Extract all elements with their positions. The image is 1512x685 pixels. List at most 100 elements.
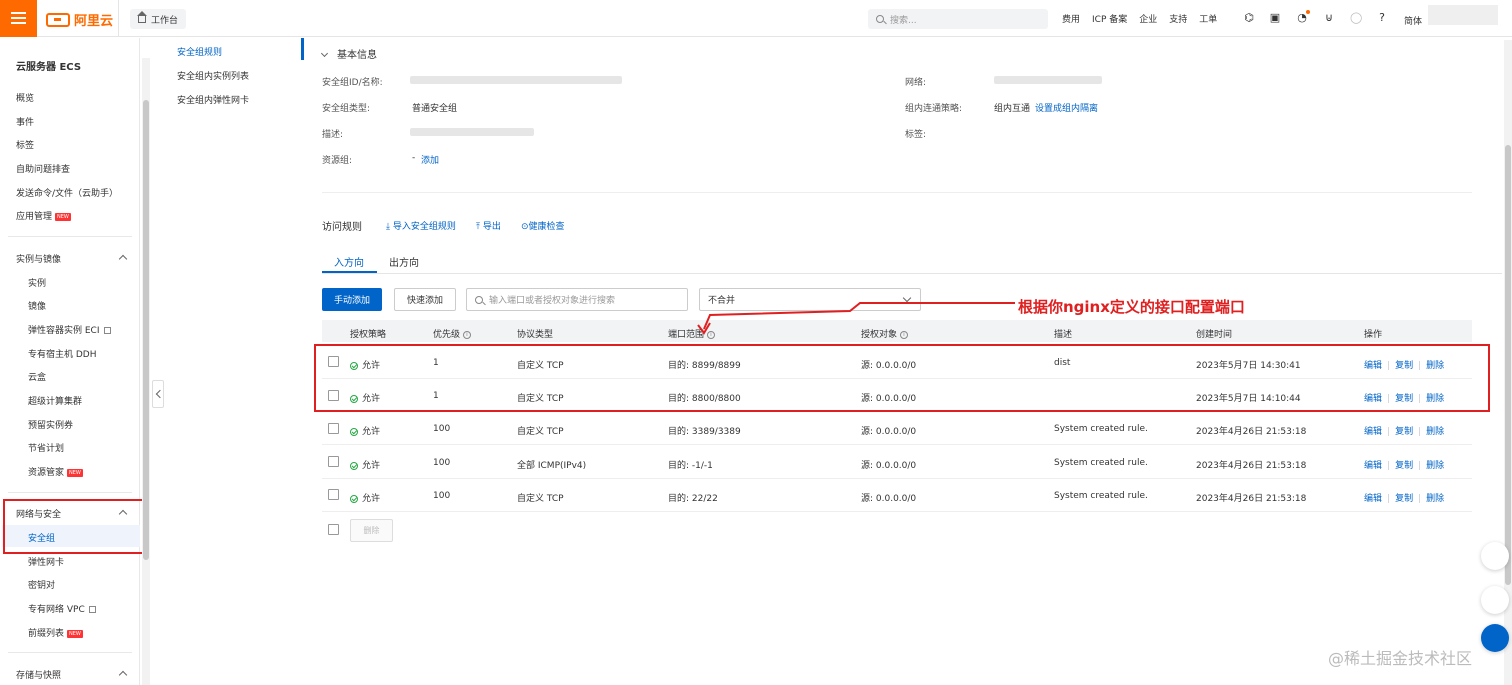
edit-link[interactable]: 编辑 bbox=[1364, 494, 1382, 504]
label-id-name: 安全组ID/名称: bbox=[322, 78, 383, 88]
global-search-input[interactable]: 搜索... bbox=[868, 9, 1048, 29]
sidebar-item-keypair[interactable]: 密钥对 bbox=[28, 578, 55, 591]
sidebar-item-app-management[interactable]: 应用管理 NEW bbox=[16, 209, 71, 222]
info-icon[interactable]: i bbox=[463, 330, 472, 339]
feedback-icon[interactable] bbox=[1481, 586, 1509, 614]
divider bbox=[8, 492, 132, 493]
link-billing[interactable]: 费用 bbox=[1062, 12, 1080, 25]
sidebar-item-tags[interactable]: 标签 bbox=[16, 138, 34, 151]
sidebar-item-troubleshoot[interactable]: 自助问题排查 bbox=[16, 162, 70, 175]
delete-link[interactable]: 删除 bbox=[1426, 494, 1444, 504]
row-actions: 编辑 | 复制 | 删除 bbox=[1364, 494, 1445, 504]
sidebar-item-instances[interactable]: 实例 bbox=[28, 276, 46, 289]
health-check-button[interactable]: ⊙健康检查 bbox=[521, 219, 565, 232]
cart-icon[interactable]: ⊍ bbox=[1323, 12, 1335, 24]
sidebar-item-cloudbox[interactable]: 云盒 bbox=[28, 370, 46, 383]
edit-icon[interactable] bbox=[1481, 542, 1509, 570]
menu-icon[interactable] bbox=[0, 0, 37, 37]
table-row: 允许 bbox=[350, 458, 380, 471]
delete-link[interactable]: 删除 bbox=[1426, 461, 1444, 471]
cell-policy: 允许 bbox=[362, 494, 381, 504]
row-checkbox[interactable] bbox=[328, 456, 339, 467]
edit-link[interactable]: 编辑 bbox=[1364, 461, 1382, 471]
rules-search-input[interactable]: 输入端口或者授权对象进行搜索 bbox=[466, 288, 688, 311]
row-actions: 编辑 | 复制 | 删除 bbox=[1364, 461, 1445, 471]
tab-outbound[interactable]: 出方向 bbox=[389, 254, 419, 269]
sidebar-item-events[interactable]: 事件 bbox=[16, 115, 34, 128]
terminal-icon[interactable]: ▣ bbox=[1269, 12, 1281, 24]
subnav-item-eni[interactable]: 安全组内弹性网卡 bbox=[177, 93, 249, 106]
workbench-label: 工作台 bbox=[151, 15, 179, 26]
divider bbox=[118, 0, 119, 37]
sidebar-item-prefix-list[interactable]: 前缀列表 NEW bbox=[28, 626, 83, 639]
sidebar-item-ddh[interactable]: 专有宿主机 DDH bbox=[28, 347, 97, 360]
cell-priority: 100 bbox=[433, 424, 451, 434]
set-isolation-link[interactable]: 设置成组内隔离 bbox=[1035, 101, 1098, 114]
sidebar-item-vpc[interactable]: 专有网络 VPC bbox=[28, 602, 96, 615]
sidebar-item-images[interactable]: 镜像 bbox=[28, 299, 46, 312]
search-icon bbox=[876, 15, 884, 23]
sidebar-item-reserved[interactable]: 预留实例券 bbox=[28, 418, 73, 431]
cell-desc: System created rule. bbox=[1054, 491, 1148, 501]
sidebar-item-scc[interactable]: 超级计算集群 bbox=[28, 394, 82, 407]
copy-link[interactable]: 复制 bbox=[1395, 494, 1413, 504]
add-manual-button[interactable]: 手动添加 bbox=[322, 288, 382, 311]
cell-protocol: 自定义 TCP bbox=[517, 494, 564, 504]
add-quick-button[interactable]: 快速添加 bbox=[394, 288, 456, 311]
aliyun-logo[interactable]: 阿里云 bbox=[46, 10, 113, 29]
sidebar-item-eci[interactable]: 弹性容器实例 ECI bbox=[28, 323, 111, 336]
section-instances[interactable]: 实例与镜像 bbox=[16, 252, 61, 265]
section-storage[interactable]: 存储与快照 bbox=[16, 668, 61, 681]
sidebar-item-overview[interactable]: 概览 bbox=[16, 91, 34, 104]
row-checkbox[interactable] bbox=[328, 423, 339, 434]
col-desc: 描述 bbox=[1054, 330, 1073, 340]
sidebar-item-savings-plan[interactable]: 节省计划 bbox=[28, 441, 64, 454]
table-row: 允许 bbox=[350, 491, 380, 504]
copy-link[interactable]: 复制 bbox=[1395, 461, 1413, 471]
edit-link[interactable]: 编辑 bbox=[1364, 427, 1382, 437]
cell-protocol: 自定义 TCP bbox=[517, 427, 564, 437]
label-policy: 组内连通策略: bbox=[905, 104, 963, 114]
basic-info-header[interactable]: 基本信息 bbox=[320, 46, 377, 61]
link-support[interactable]: 支持 bbox=[1169, 12, 1187, 25]
import-rules-button[interactable]: ⤓ 导入安全组规则 bbox=[386, 219, 456, 232]
code-icon[interactable]: ⌬ bbox=[1243, 12, 1255, 24]
link-ticket[interactable]: 工单 bbox=[1199, 12, 1217, 25]
label-tags: 标签: bbox=[905, 130, 927, 140]
select-all-checkbox[interactable] bbox=[328, 524, 339, 535]
delete-link[interactable]: 删除 bbox=[1426, 427, 1444, 437]
link-enterprise[interactable]: 企业 bbox=[1139, 12, 1157, 25]
add-resource-group-link[interactable]: 添加 bbox=[421, 153, 439, 166]
tabs-line bbox=[322, 273, 1502, 274]
batch-delete-button[interactable]: 删除 bbox=[350, 519, 393, 542]
sidebar-scroll-thumb[interactable] bbox=[143, 100, 149, 560]
sidebar-item-resource-manager[interactable]: 资源管家 NEW bbox=[28, 465, 83, 478]
sidebar-item-eni[interactable]: 弹性网卡 bbox=[28, 555, 64, 568]
top-bar: 阿里云 工作台 搜索... 费用 ICP 备案 企业 支持 工单 ⌬ ▣ ◔ ⊍… bbox=[0, 0, 1512, 37]
avatar[interactable] bbox=[1428, 5, 1498, 25]
user-name[interactable]: 简体 bbox=[1404, 14, 1422, 27]
collapse-sidebar-button[interactable] bbox=[152, 380, 164, 408]
page-scroll-thumb[interactable] bbox=[1505, 145, 1511, 585]
row-divider bbox=[322, 444, 1472, 445]
link-icp[interactable]: ICP 备案 bbox=[1092, 12, 1127, 25]
subnav-item-rules[interactable]: 安全组规则 bbox=[177, 45, 222, 58]
help-icon[interactable]: ? bbox=[1376, 12, 1388, 24]
chevron-up-icon[interactable] bbox=[118, 254, 128, 264]
lightbulb-icon[interactable]: ◯ bbox=[1350, 12, 1362, 24]
tab-inbound[interactable]: 入方向 bbox=[334, 254, 364, 269]
external-link-icon bbox=[103, 327, 111, 334]
subnav-item-instances[interactable]: 安全组内实例列表 bbox=[177, 69, 249, 82]
apps-grid-icon[interactable] bbox=[1481, 624, 1509, 652]
copy-link[interactable]: 复制 bbox=[1395, 427, 1413, 437]
highlight-box-sidebar bbox=[3, 499, 148, 554]
row-divider bbox=[322, 511, 1472, 512]
workbench-button[interactable]: 工作台 bbox=[130, 9, 187, 29]
row-checkbox[interactable] bbox=[328, 489, 339, 500]
cell-desc: System created rule. bbox=[1054, 458, 1148, 468]
sidebar-item-cloud-assistant[interactable]: 发送命令/文件（云助手） bbox=[16, 186, 118, 199]
cell-time: 2023年4月26日 21:53:18 bbox=[1196, 494, 1307, 504]
export-button[interactable]: ⤒ 导出 bbox=[476, 219, 501, 232]
divider bbox=[8, 652, 132, 653]
chevron-up-icon[interactable] bbox=[118, 670, 128, 680]
